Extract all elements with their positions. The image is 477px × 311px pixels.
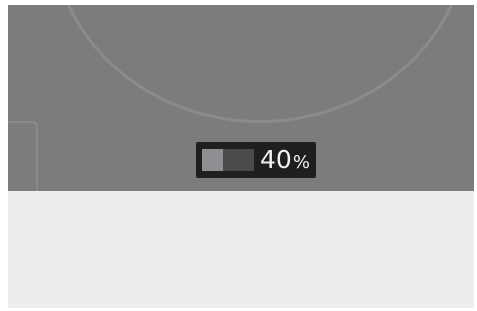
brightness-value: 40 (260, 145, 292, 174)
brightness-unit: % (292, 152, 310, 173)
side-tab-outline (8, 121, 38, 191)
brightness-indicator: 40% (196, 142, 316, 178)
dial-arc-outline (50, 5, 470, 123)
brightness-level-fill (202, 149, 223, 171)
dimmed-background-panel: 40% (8, 5, 474, 191)
screen-frame: 40% (8, 5, 474, 308)
brightness-level-bar[interactable] (202, 149, 254, 171)
brightness-percentage: 40% (260, 144, 310, 176)
